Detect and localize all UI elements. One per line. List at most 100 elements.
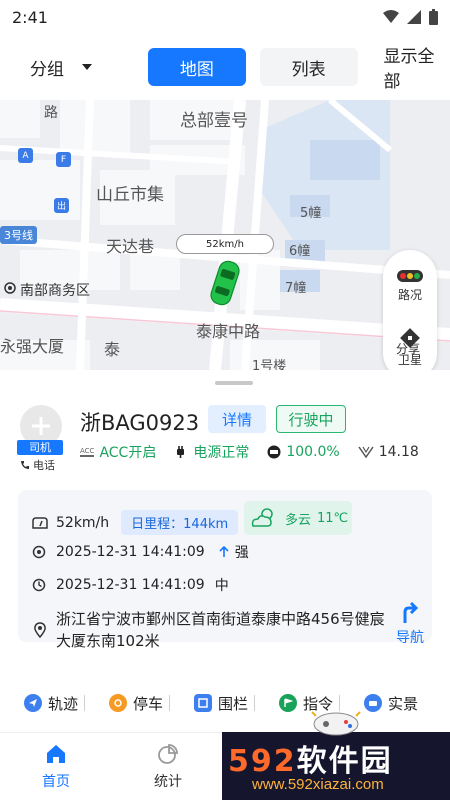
battery-status: 100.0% (267, 444, 340, 460)
map-label-1haolou: 1号楼 (252, 359, 287, 370)
nav-stats[interactable]: 统计 (138, 743, 198, 791)
track-icon (24, 694, 42, 712)
speed-row: 52km/h 日里程：144km (32, 510, 239, 535)
parking-icon (109, 694, 127, 712)
group-label: 分组 (30, 59, 64, 80)
location-info-card: 52km/h 日里程：144km 多云 11℃ 2025-12-31 14:41… (18, 490, 432, 650)
arrow-up-icon (219, 546, 229, 557)
location-pin-icon (4, 282, 16, 294)
acc-status: ACC ACC开启 (80, 442, 156, 462)
share-label-partial: 分享 (396, 342, 421, 356)
live-view-icon (364, 694, 382, 712)
weather-desc: 多云 (285, 512, 312, 528)
gps-strength: 强 (234, 545, 249, 561)
vehicle-status-row: ACC ACC开启 电源正常 100.0% 14.18 (80, 442, 419, 462)
poi-a-icon: A (18, 148, 33, 163)
nav-home-label: 首页 (42, 774, 70, 790)
poi-f-icon: F (56, 152, 71, 167)
track-label: 轨迹 (48, 694, 79, 713)
site-watermark: 592软件园 www.592xiazai.com (222, 732, 450, 800)
power-status: 电源正常 (174, 442, 249, 462)
live-view-label: 实景 (388, 694, 419, 713)
weather-badge: 多云 11℃ (244, 501, 352, 535)
map-label-zongbu: 总部壹号 (180, 111, 248, 131)
wifi-icon (383, 10, 399, 23)
home-icon (47, 745, 65, 763)
power-label: 电源正常 (193, 445, 250, 461)
map-label-nanbu: 南部商务区 (20, 283, 90, 299)
map-label-tai: 泰 (104, 340, 121, 359)
add-icon (32, 417, 50, 435)
report-time-row: 2025-12-31 14:41:09 中 (32, 575, 229, 595)
detail-button[interactable]: 详情 (208, 405, 266, 433)
battery-icon (429, 9, 438, 25)
gps-signal-icon (358, 446, 374, 458)
navigate-label: 导航 (396, 630, 424, 646)
speedometer-icon (32, 516, 48, 529)
cell-signal-icon (407, 10, 421, 24)
show-all-button[interactable]: 显示全部 (384, 42, 450, 92)
daily-mileage-tag: 日里程：144km (121, 510, 239, 535)
navigate-button[interactable]: 导航 (396, 600, 424, 647)
map-label-5zhuang: 5幢 (300, 206, 322, 221)
metro-line-badge: 3号线 (0, 226, 37, 244)
speed-value: 52km/h (56, 514, 110, 531)
view-switcher: 分组 地图 列表 显示全部 (0, 34, 450, 100)
caret-down-icon (82, 64, 92, 70)
action-bar: 轨迹 停车 围栏 指令 实景 (0, 686, 450, 720)
parking-label: 停车 (133, 694, 164, 713)
report-strength: 中 (214, 578, 229, 594)
gps-time: 2025-12-31 14:41:09 (56, 544, 205, 560)
plate-number: 浙BAG0923 (80, 411, 200, 435)
tab-list[interactable]: 列表 (259, 48, 358, 86)
address-pin-icon (34, 622, 46, 638)
fence-button[interactable]: 围栏 (170, 693, 254, 714)
nav-stats-label: 统计 (154, 774, 182, 790)
gps-time-row: 2025-12-31 14:41:09 强 (32, 542, 249, 562)
vehicle-speed-bubble: 52km/h (176, 234, 274, 254)
poi-exit-icon: 出 (54, 198, 69, 213)
tab-map[interactable]: 地图 (147, 48, 246, 86)
game-controller-icon (311, 711, 361, 736)
watermark-brand: 592软件园 (228, 744, 393, 779)
report-time: 2025-12-31 14:41:09 (56, 577, 205, 593)
traffic-light-icon (397, 270, 423, 282)
map-view[interactable]: 总部壹号 山丘市集 天达巷 南部商务区 泰康中路 永强大厦 泰 5幢 6幢 7幢… (0, 100, 450, 370)
map-label-lu: 路 (44, 105, 58, 121)
status-time: 2:41 (12, 7, 48, 27)
nav-home[interactable]: 首页 (26, 743, 86, 791)
phone-icon (21, 461, 29, 469)
vehicle-detail-sheet: 司机 电话 浙BAG0923 详情 行驶中 ACC ACC开启 电源正常 100… (0, 370, 450, 732)
traffic-label: 路况 (397, 288, 422, 302)
pie-chart-icon (158, 744, 178, 764)
call-driver-button[interactable]: 电话 (20, 457, 55, 473)
track-button[interactable]: 轨迹 (0, 693, 84, 714)
signal-status: 14.18 (358, 444, 419, 460)
acc-label: ACC开启 (99, 445, 157, 461)
fence-icon (194, 694, 212, 712)
parking-button[interactable]: 停车 (85, 693, 169, 714)
navigation-arrow-icon (403, 601, 419, 623)
map-label-7zhuang: 7幢 (285, 281, 307, 296)
driving-status-badge: 行驶中 (276, 405, 346, 433)
gps-target-icon (32, 545, 46, 559)
traffic-toggle[interactable]: 路况 (383, 270, 437, 303)
map-label-taikang: 泰康中路 (196, 322, 261, 341)
battery-label: 100.0% (286, 444, 340, 460)
command-icon (279, 694, 297, 712)
map-label-shanqiu: 山丘市集 (96, 185, 164, 205)
vehicle-car-icon[interactable] (208, 258, 242, 308)
map-label-6zhuang: 6幢 (289, 244, 311, 259)
phone-label: 电话 (33, 459, 55, 472)
sheet-drag-handle[interactable] (215, 381, 253, 385)
plug-icon (177, 446, 185, 458)
group-dropdown[interactable]: 分组 (30, 55, 118, 80)
battery-level-icon (267, 445, 281, 459)
status-bar: 2:41 (0, 0, 450, 34)
partly-cloudy-icon (251, 508, 273, 527)
weather-temp: 11℃ (317, 510, 349, 526)
fence-label: 围栏 (218, 694, 249, 713)
clock-icon (32, 578, 46, 592)
map-label-tianda: 天达巷 (106, 237, 155, 256)
map-label-yongqiang: 永强大厦 (0, 337, 65, 356)
